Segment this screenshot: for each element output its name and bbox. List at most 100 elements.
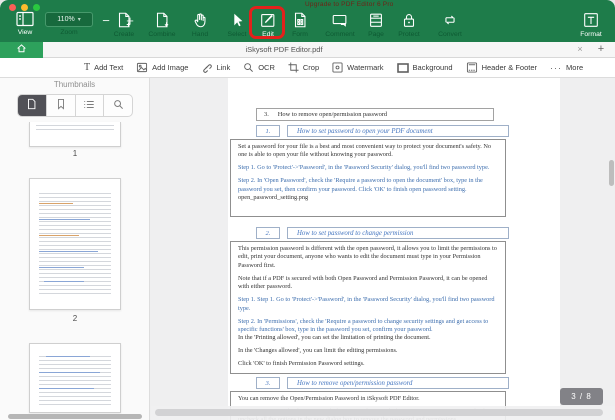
paragraph: This permission password is different wi… [238,245,498,270]
form-button[interactable]: Form [285,11,315,39]
protect-button[interactable]: Protect [394,11,424,39]
zoom-window-button[interactable] [33,4,40,11]
add-image-button[interactable]: Add Image [136,62,188,73]
section-2-number: 2. [256,227,280,239]
page-thumbnail-2[interactable] [29,178,121,310]
select-tool-button[interactable]: Select [222,11,252,39]
section-3-heading[interactable]: 3. How to remove open/permission passwor… [256,377,509,389]
paragraph: Note that if a PDF is secured with both … [238,275,498,292]
paragraph: Step 2. In 'Permissions', check the 'Req… [238,318,498,335]
section-1-body[interactable]: Set a password for your file is a best a… [230,139,506,217]
tab-thumbnails[interactable] [18,95,47,116]
more-dots-icon: ··· [550,64,562,72]
background-label: Background [413,63,453,72]
section-2-heading[interactable]: 2. How to set password to change permiss… [256,227,509,239]
section-1-number: 1. [256,125,280,137]
ocr-button[interactable]: OCR [243,62,275,73]
background-button[interactable]: Background [397,63,453,73]
hand-tool-button[interactable]: Hand [185,11,215,39]
search-icon [113,97,124,115]
edit-button[interactable]: Edit [253,11,283,39]
combine-label: Combine [147,31,177,39]
paragraph: You can remove the Open/Permission Passw… [238,395,498,403]
sidebar-mode-switcher [17,94,133,117]
ocr-label: OCR [258,63,275,72]
thumbnails-panel: Thumbnails [0,78,150,420]
crop-button[interactable]: Crop [288,62,319,73]
protect-label: Protect [394,31,424,39]
crop-icon [288,62,299,73]
header-footer-button[interactable]: Header & Footer [466,62,537,73]
paragraph: Step 2. In 'Open Password', check the 'R… [238,177,498,194]
hand-icon [185,11,215,29]
add-image-label: Add Image [152,63,188,72]
pdf-page: 3.How to remove open/permission password… [228,78,560,420]
paragraph: Step 1. Go to 'Protect'->'Password', in … [238,164,498,172]
edit-label: Edit [253,31,283,39]
tab-bookmarks[interactable] [47,95,76,116]
form-icon [285,11,315,29]
format-button[interactable]: Format [576,11,606,39]
paragraph: In the 'Printing allowed', you can set t… [238,334,498,342]
page-button[interactable]: Page [361,11,391,39]
page-indicator-badge: 3 / 8 [560,388,603,405]
header-footer-icon [466,62,478,73]
home-button[interactable] [0,42,43,58]
close-window-button[interactable] [9,4,16,11]
select-label: Select [222,31,252,39]
watermark-icon [332,62,343,73]
convert-label: Convert [435,31,465,39]
app-window: Upgrade to PDF Editor 6 Pro View 110% ▾ … [0,0,615,420]
convert-button[interactable]: Convert [435,11,465,39]
form-label: Form [285,31,315,39]
upgrade-link[interactable]: Upgrade to PDF Editor 6 Pro [305,1,394,8]
hand-label: Hand [185,31,215,39]
document-tab-title[interactable]: iSkysoft PDF Editor.pdf [43,42,525,58]
watermark-button[interactable]: Watermark [332,62,383,73]
horizontal-scrollbar[interactable] [155,409,603,416]
page-thumbnail-1[interactable] [29,122,121,147]
comment-button[interactable]: Comment [325,11,355,39]
zoom-value: 110% [57,16,74,23]
home-icon [16,41,27,59]
section-1-heading[interactable]: 1. How to set password to open your PDF … [256,125,509,137]
tab-bar: iSkysoft PDF Editor.pdf × + [0,42,615,58]
vertical-scrollbar[interactable] [609,160,614,186]
more-label: More [566,63,583,72]
more-button[interactable]: ··· More [550,63,583,72]
add-text-button[interactable]: T Add Text [84,63,123,73]
section-2-body[interactable]: This permission password is different wi… [230,241,506,374]
sidebar-horizontal-scrollbar[interactable] [8,414,142,419]
convert-icon [435,11,465,29]
watermark-label: Watermark [347,63,383,72]
crop-label: Crop [303,63,319,72]
background-icon [397,63,409,73]
edit-toolbar: T Add Text Add Image [0,58,615,78]
page-thumbnail-3[interactable] [29,343,121,413]
doc-toc-number: 3. [264,111,269,118]
new-tab-button[interactable]: + [594,42,608,58]
view-button[interactable]: View [8,11,42,37]
tab-search[interactable] [104,95,132,116]
paragraph: Set a password for your file is a best a… [238,143,498,160]
list-icon [83,97,95,115]
main-toolbar: Upgrade to PDF Editor 6 Pro View 110% ▾ … [0,0,615,42]
add-image-icon [136,62,148,73]
select-cursor-icon [222,11,252,29]
combine-button[interactable]: Combine [147,11,177,39]
zoom-level-dropdown[interactable]: 110% ▾ [45,12,93,27]
tab-annotations[interactable] [76,95,105,116]
window-controls [9,4,40,11]
sidebar-panel-icon [8,11,42,27]
create-button[interactable]: Create [109,11,139,39]
doc-toc-line[interactable]: 3.How to remove open/permission password [256,108,494,121]
page-thumbnail-2-label: 2 [0,314,150,323]
paragraph: Click 'OK' to finish Permission Password… [238,360,498,368]
close-tab-icon[interactable]: × [574,42,586,58]
paragraph: open_password_setting.png [238,194,498,202]
create-label: Create [109,31,139,39]
format-icon [576,11,606,29]
edit-pencil-icon [253,11,283,29]
minimize-window-button[interactable] [21,4,28,11]
link-button[interactable]: Link [201,62,230,73]
